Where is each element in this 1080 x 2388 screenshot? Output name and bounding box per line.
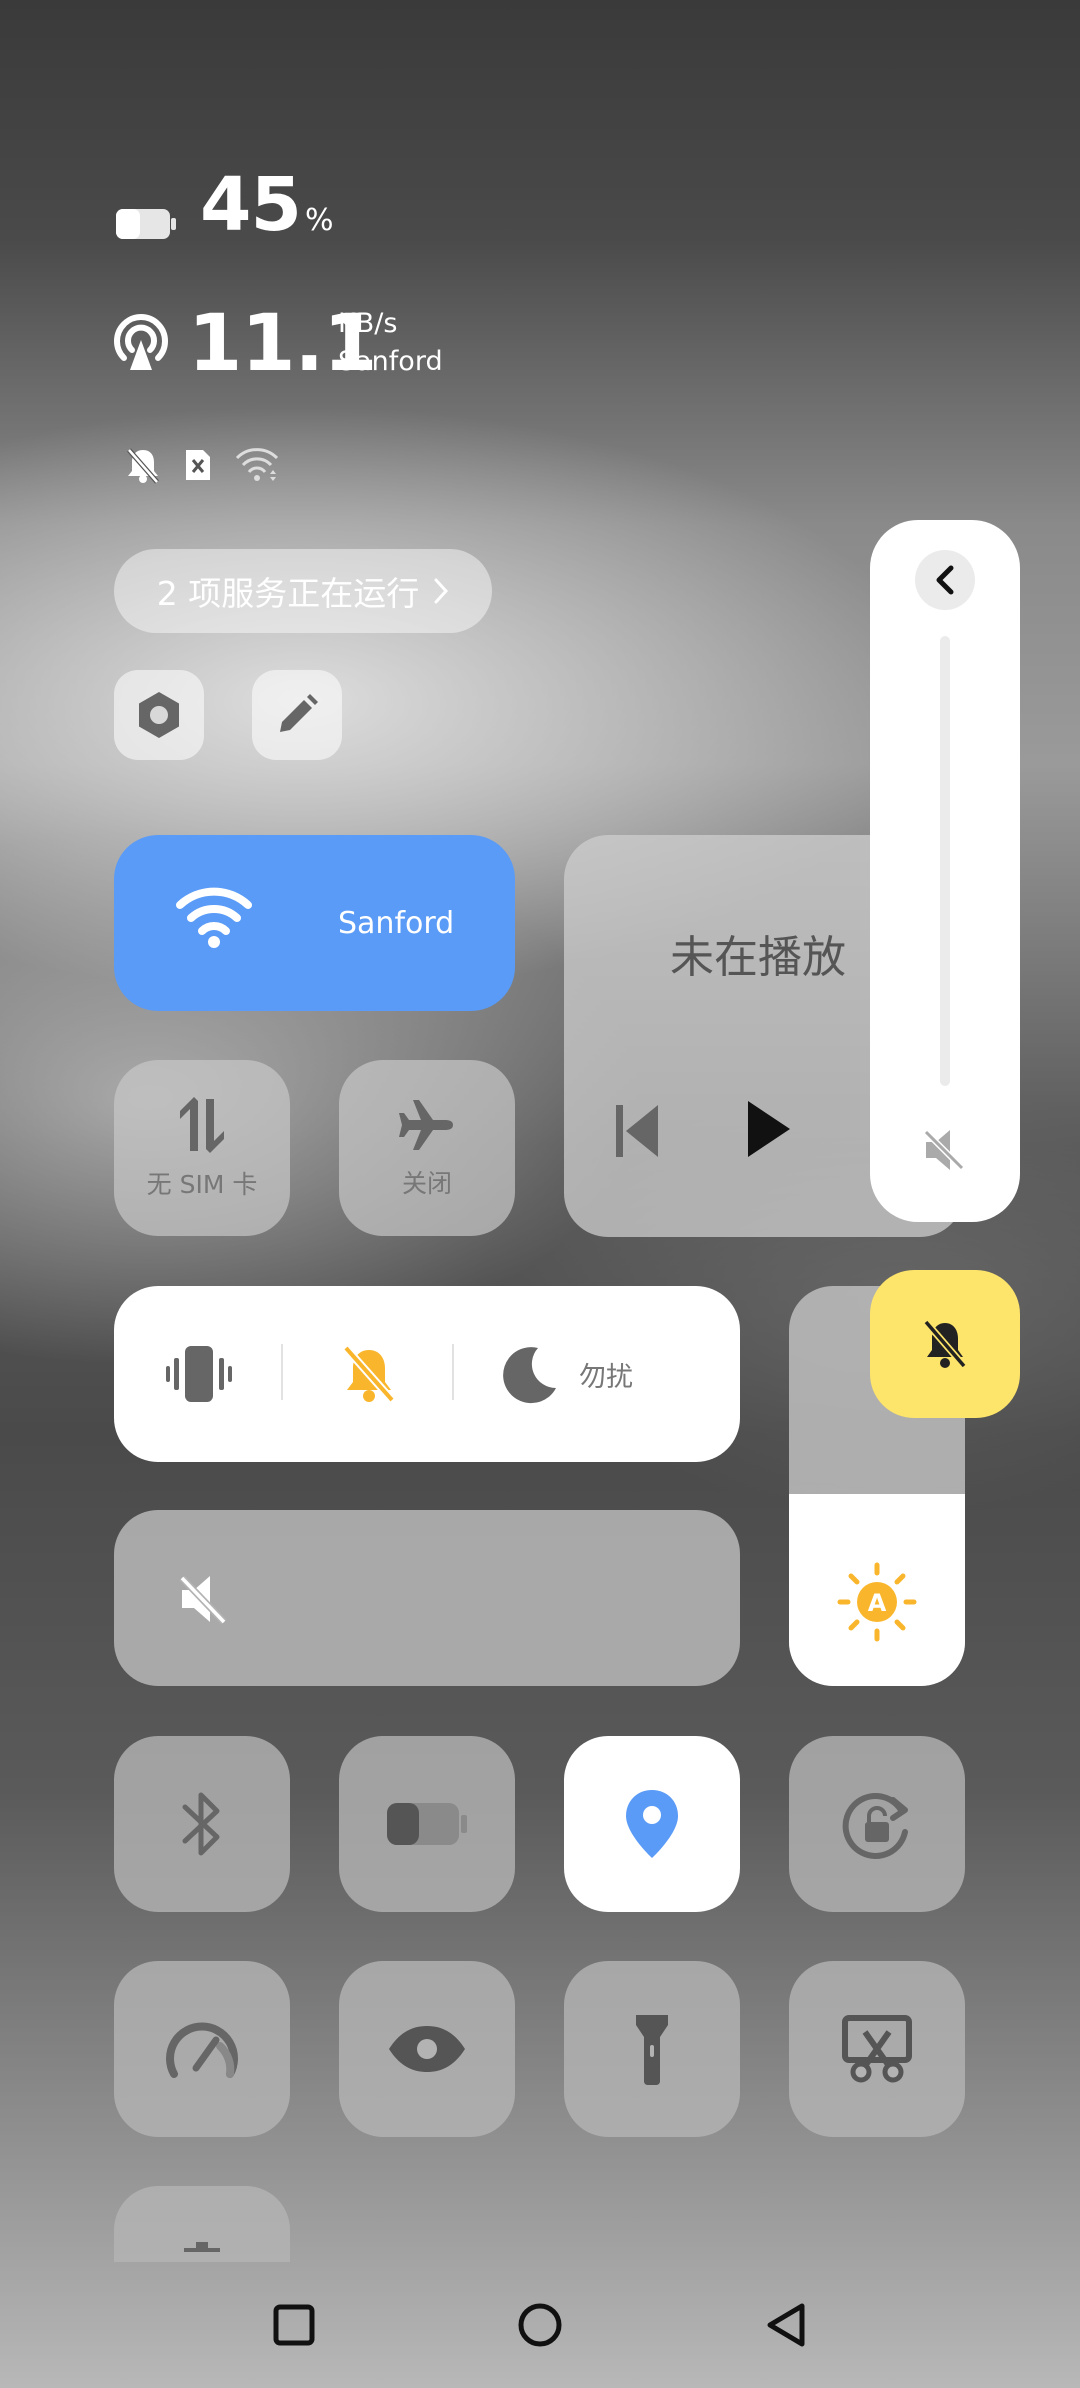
back-button[interactable] bbox=[764, 2301, 808, 2349]
vibrate-icon[interactable] bbox=[164, 1344, 234, 1404]
network-name: Sanford bbox=[338, 346, 443, 377]
media-volume-slider[interactable] bbox=[114, 1510, 740, 1686]
volume-panel bbox=[870, 520, 1020, 1222]
location-tile[interactable] bbox=[564, 1736, 740, 1912]
eye-comfort-tile[interactable] bbox=[339, 1961, 515, 2137]
hotspot-icon bbox=[114, 314, 168, 370]
quick-tile[interactable] bbox=[114, 2186, 290, 2262]
battery-percentage: 45% bbox=[200, 162, 333, 248]
volume-collapse-button[interactable] bbox=[915, 550, 975, 610]
play-icon[interactable] bbox=[746, 1099, 792, 1159]
rotation-lock-icon bbox=[842, 1793, 908, 1859]
screenshot-tile[interactable] bbox=[789, 1961, 965, 2137]
flashlight-tile[interactable] bbox=[564, 1961, 740, 2137]
media-status: 未在播放 bbox=[670, 932, 846, 983]
bell-off-icon bbox=[127, 448, 159, 484]
quick-tile-partial[interactable] bbox=[114, 2186, 290, 2262]
ring-mode-button[interactable] bbox=[870, 1270, 1020, 1418]
performance-tile[interactable] bbox=[114, 1961, 290, 2137]
divider bbox=[452, 1344, 454, 1400]
wifi-tile[interactable]: Sanford bbox=[114, 835, 515, 1011]
chevron-right-icon bbox=[434, 578, 449, 604]
edit-button[interactable] bbox=[252, 670, 342, 760]
speedometer-icon bbox=[166, 2022, 238, 2078]
wifi-icon bbox=[176, 887, 252, 948]
mobile-data-tile[interactable]: 无 SIM 卡 bbox=[114, 1060, 290, 1236]
flashlight-icon bbox=[636, 2015, 668, 2085]
screenshot-scissors-icon bbox=[842, 2015, 912, 2083]
bell-off-icon bbox=[923, 1319, 967, 1369]
recent-apps-button[interactable] bbox=[272, 2303, 316, 2347]
rotation-lock-tile[interactable] bbox=[789, 1736, 965, 1912]
bluetooth-tile[interactable] bbox=[114, 1736, 290, 1912]
airplane-mode-label: 关闭 bbox=[401, 1169, 452, 1198]
running-services-pill[interactable]: 2 项服务正在运行 bbox=[114, 549, 492, 633]
do-not-disturb-label: 勿扰 bbox=[579, 1361, 633, 1393]
moon-icon[interactable] bbox=[502, 1344, 560, 1404]
battery-saver-icon bbox=[387, 1803, 467, 1845]
settings-button[interactable] bbox=[114, 670, 204, 760]
pencil-icon bbox=[280, 694, 318, 732]
previous-track-icon[interactable] bbox=[614, 1103, 660, 1159]
battery-icon bbox=[116, 209, 176, 239]
status-icons bbox=[125, 446, 279, 484]
network-speed-unit: KB/s bbox=[338, 308, 398, 339]
settings-hexagon-icon bbox=[139, 692, 179, 738]
wifi-signal-icon bbox=[235, 448, 279, 481]
eye-icon bbox=[389, 2026, 465, 2072]
bell-off-icon[interactable] bbox=[342, 1344, 396, 1404]
speaker-muted-icon bbox=[179, 1575, 227, 1625]
airplane-mode-tile[interactable]: 关闭 bbox=[339, 1060, 515, 1236]
ring-mode-row: 勿扰 bbox=[114, 1286, 740, 1462]
navigation-bar bbox=[0, 2262, 1080, 2388]
location-pin-icon bbox=[626, 1790, 678, 1858]
running-services-label: 2 项服务正在运行 bbox=[156, 574, 420, 613]
battery-saver-tile[interactable] bbox=[339, 1736, 515, 1912]
home-button[interactable] bbox=[516, 2301, 564, 2349]
toolbox-icon bbox=[184, 2242, 220, 2252]
no-sim-icon bbox=[186, 450, 210, 480]
divider bbox=[281, 1344, 283, 1400]
volume-slider[interactable] bbox=[940, 636, 950, 1086]
wifi-tile-label: Sanford bbox=[338, 905, 455, 941]
auto-brightness-icon: A bbox=[837, 1562, 917, 1642]
speaker-muted-icon[interactable] bbox=[920, 1126, 970, 1174]
bluetooth-icon bbox=[182, 1792, 220, 1856]
chevron-left-icon bbox=[936, 565, 954, 595]
airplane-icon bbox=[399, 1100, 453, 1150]
auto-brightness-letter: A bbox=[868, 1589, 887, 1617]
data-transfer-icon bbox=[180, 1097, 224, 1153]
mobile-data-label: 无 SIM 卡 bbox=[146, 1170, 258, 1199]
